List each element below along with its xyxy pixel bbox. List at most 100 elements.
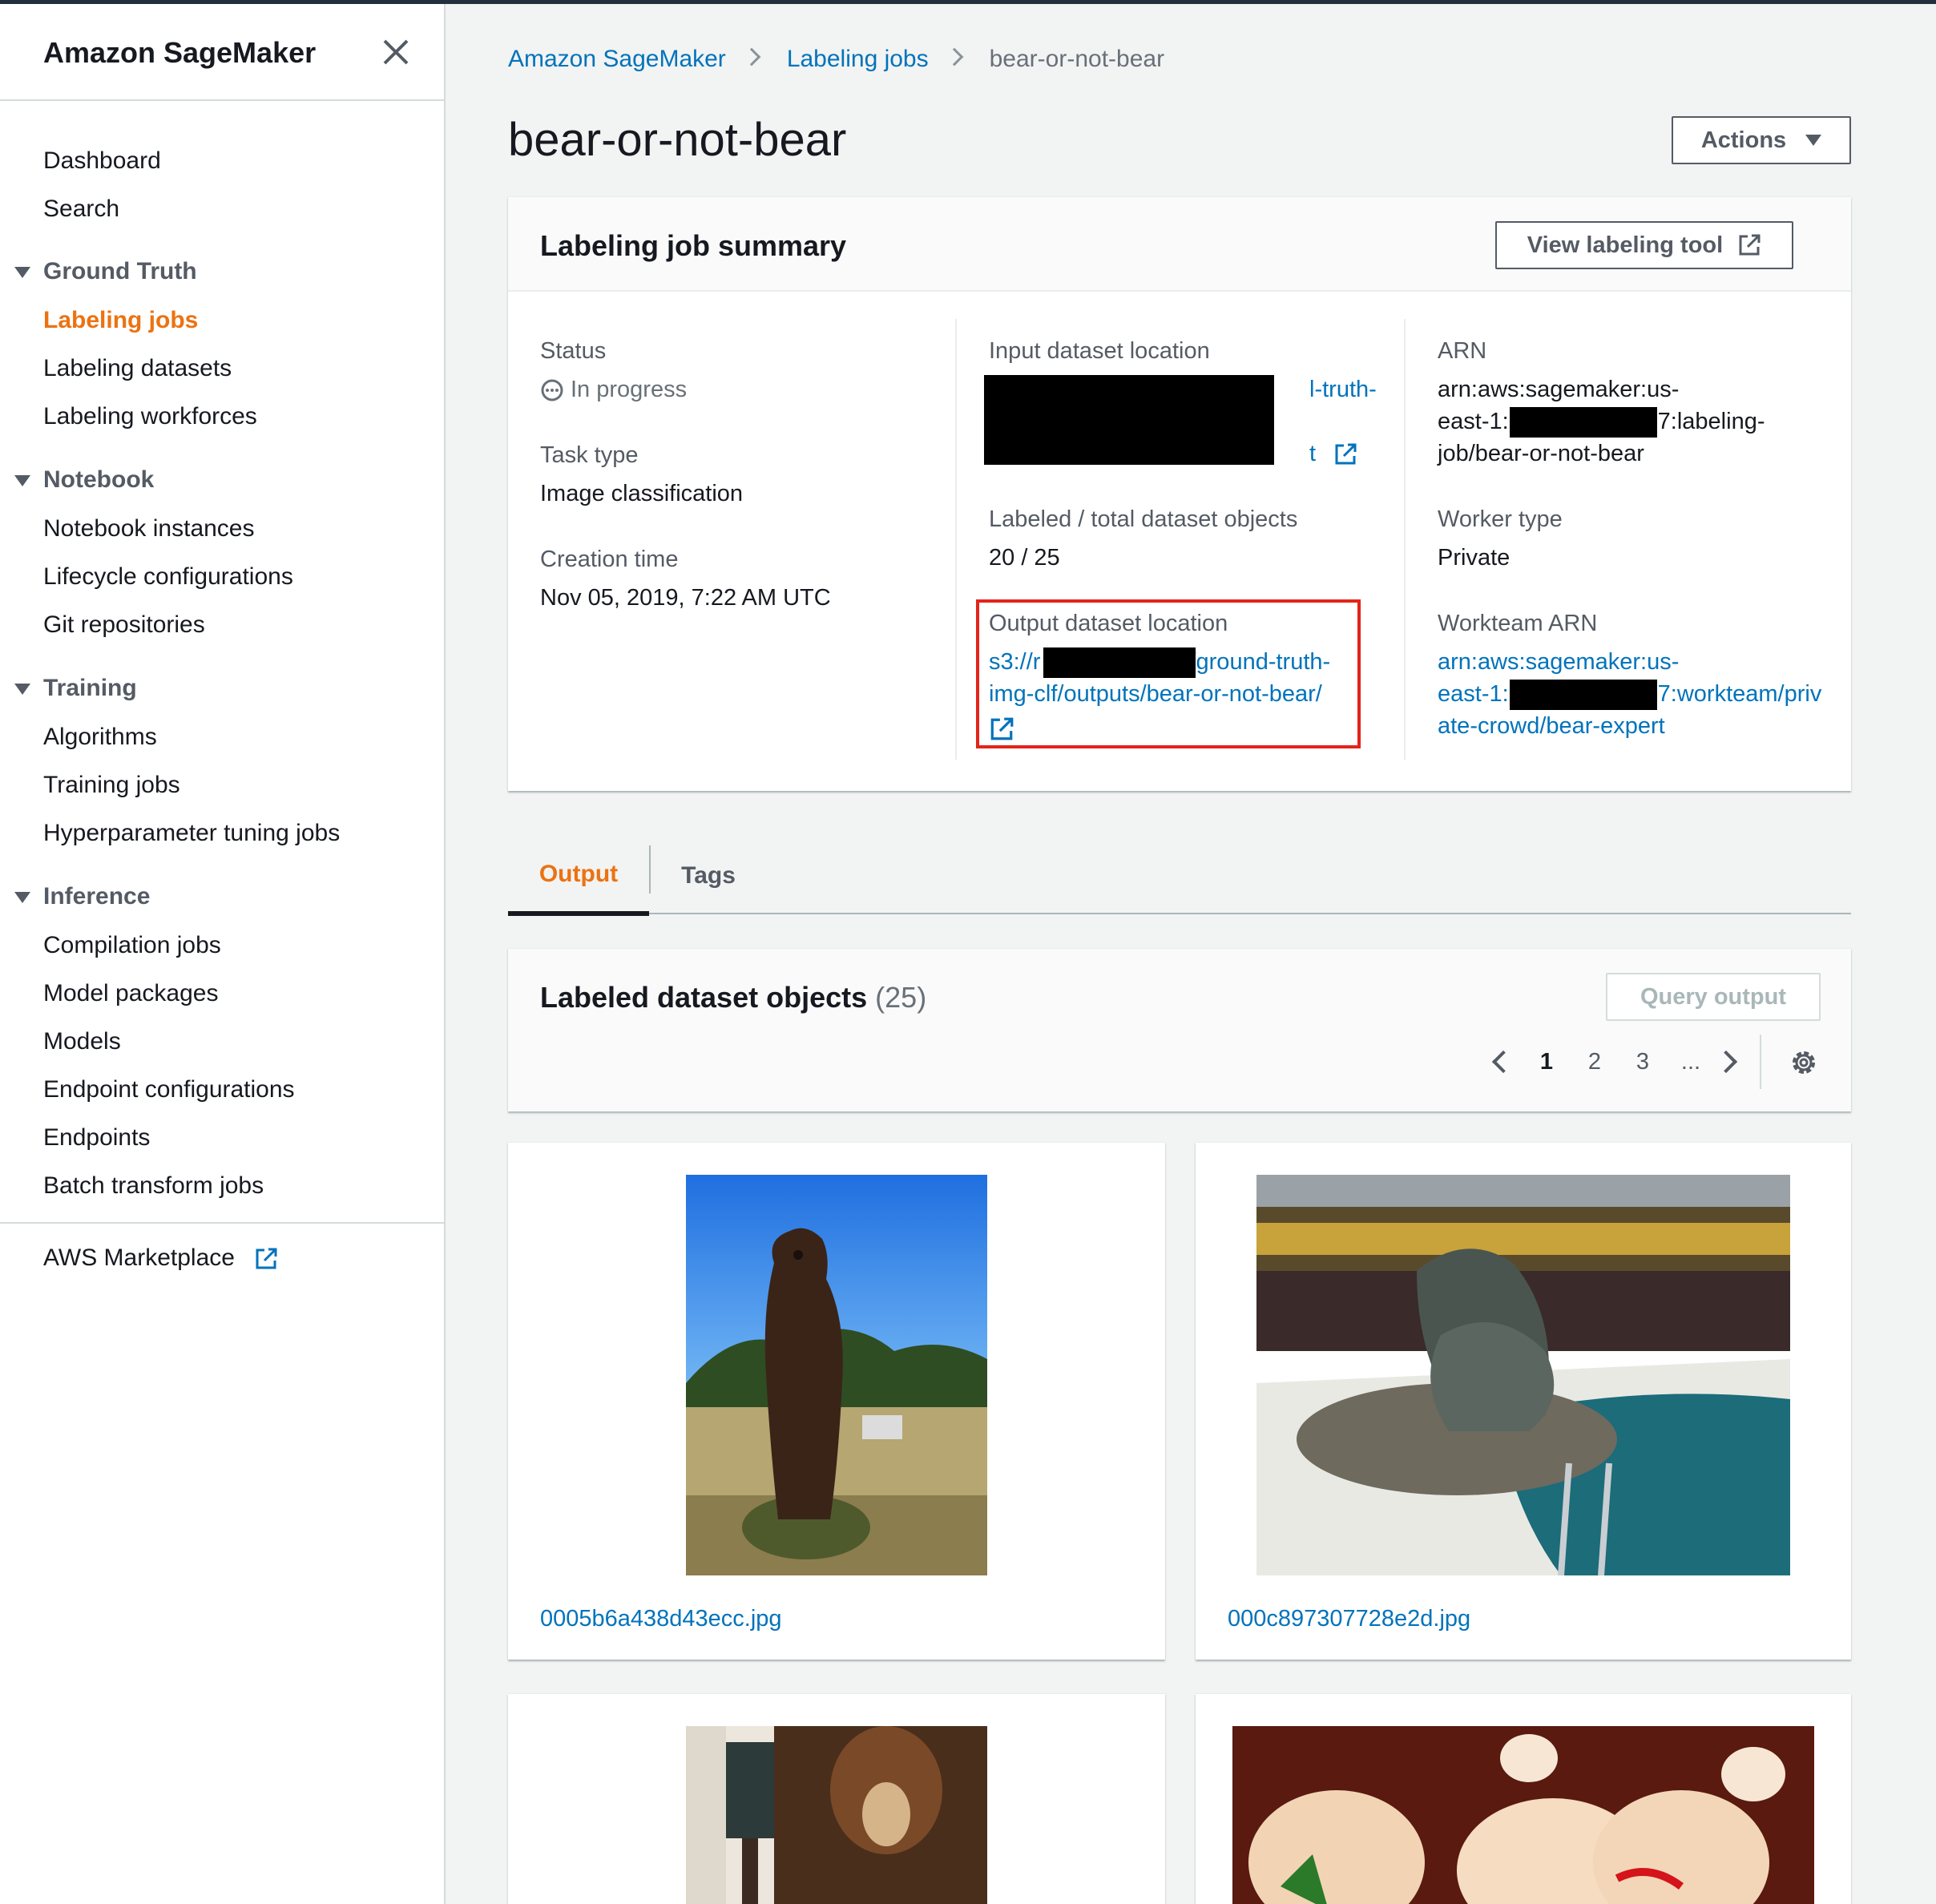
page-title: bear-or-not-bear xyxy=(508,114,847,166)
status-value: In progress xyxy=(540,373,687,405)
external-link-icon xyxy=(256,1248,277,1269)
arn-value-line3: job/bear-or-not-bear xyxy=(1438,441,1644,466)
labeled-total-value: 20 / 25 xyxy=(989,545,1060,571)
view-labeling-tool-label: View labeling tool xyxy=(1527,232,1724,258)
sidebar-item-notebook-instances[interactable]: Notebook instances xyxy=(43,515,255,543)
sidebar-item-endpoint-configurations[interactable]: Endpoint configurations xyxy=(43,1076,295,1103)
chevron-right-icon[interactable] xyxy=(1714,1050,1738,1074)
column-divider xyxy=(955,319,957,760)
caret-down-icon xyxy=(1805,135,1822,146)
task-type-value: Image classification xyxy=(540,481,744,506)
column-divider xyxy=(1404,319,1406,760)
status-text: In progress xyxy=(571,377,688,402)
image-filename-link[interactable]: 0005b6a438d43ecc.jpg xyxy=(540,1606,782,1632)
redaction-block xyxy=(1510,407,1657,438)
sidebar-item-training-jobs[interactable]: Training jobs xyxy=(43,772,180,799)
sidebar-section-label: Notebook xyxy=(43,466,155,493)
arn-value-line1: arn:aws:sagemaker:us- xyxy=(1438,377,1680,402)
sidebar-item-endpoints[interactable]: Endpoints xyxy=(43,1124,150,1152)
image-card[interactable] xyxy=(508,1693,1165,1904)
main-content: Amazon SageMaker Labeling jobs bear-or-not… xyxy=(446,4,1936,1904)
close-icon[interactable] xyxy=(380,36,412,68)
sidebar-section-notebook[interactable]: Notebook xyxy=(14,466,154,494)
image-card[interactable]: 0005b6a438d43ecc.jpg xyxy=(508,1142,1165,1660)
creation-time-label: Creation time xyxy=(540,547,679,572)
chevron-right-icon xyxy=(742,47,761,67)
labeling-job-summary-card: Labeling job summary View labeling tool … xyxy=(508,196,1851,791)
view-labeling-tool-button[interactable]: View labeling tool xyxy=(1495,221,1793,269)
sidebar-section-training[interactable]: Training xyxy=(14,675,137,702)
chevron-left-icon[interactable] xyxy=(1491,1050,1515,1074)
page-3[interactable]: 3 xyxy=(1627,1043,1659,1081)
image-card[interactable]: 000c897307728e2d.jpg xyxy=(1196,1142,1851,1660)
image-thumbnail[interactable] xyxy=(686,1175,987,1575)
status-label: Status xyxy=(540,338,607,364)
page-1[interactable]: 1 xyxy=(1531,1043,1563,1081)
page-2[interactable]: 2 xyxy=(1579,1043,1611,1081)
creation-time-value: Nov 05, 2019, 7:22 AM UTC xyxy=(540,585,831,611)
input-location-label: Input dataset location xyxy=(989,338,1210,364)
sidebar-item-labeling-jobs[interactable]: Labeling jobs xyxy=(43,307,198,334)
sidebar-divider xyxy=(0,1222,444,1224)
tab-output[interactable]: Output xyxy=(508,837,649,916)
workteam-arn-link-line3[interactable]: ate-crowd/bear-expert xyxy=(1438,710,1665,742)
input-location-link[interactable]: l-truth- xyxy=(1309,373,1377,405)
sidebar-item-search[interactable]: Search xyxy=(43,196,119,223)
tab-tags[interactable]: Tags xyxy=(651,837,766,914)
image-card[interactable] xyxy=(1196,1693,1851,1904)
image-thumbnail[interactable] xyxy=(686,1726,987,1904)
sidebar-title: Amazon SageMaker xyxy=(43,36,317,69)
summary-title: Labeling job summary xyxy=(540,229,847,262)
worker-type-label: Worker type xyxy=(1438,506,1563,532)
sidebar-item-models[interactable]: Models xyxy=(43,1028,121,1055)
breadcrumb: Amazon SageMaker Labeling jobs bear-or-not… xyxy=(508,46,1164,73)
sidebar-item-compilation-jobs[interactable]: Compilation jobs xyxy=(43,932,221,959)
caret-down-icon xyxy=(14,684,30,696)
summary-card-header: Labeling job summary View labeling tool xyxy=(508,197,1851,292)
sidebar-item-hyperparameter-tuning-jobs[interactable]: Hyperparameter tuning jobs xyxy=(43,820,340,847)
sidebar-item-aws-marketplace[interactable]: AWS Marketplace xyxy=(43,1244,278,1272)
image-thumbnail[interactable] xyxy=(1232,1726,1814,1904)
pool-bear-sculpture-image xyxy=(1256,1175,1790,1575)
teddy-bears-image xyxy=(1232,1726,1814,1904)
actions-button-label: Actions xyxy=(1700,127,1787,153)
sidebar-section-label: Ground Truth xyxy=(43,258,197,284)
sidebar-item-dashboard[interactable]: Dashboard xyxy=(43,147,161,175)
sidebar-item-model-packages[interactable]: Model packages xyxy=(43,980,218,1007)
breadcrumb-parent[interactable]: Labeling jobs xyxy=(787,46,929,72)
gear-icon[interactable] xyxy=(1789,1047,1819,1078)
image-thumbnail[interactable] xyxy=(1256,1175,1790,1575)
redaction-block xyxy=(984,375,1274,465)
caret-down-icon xyxy=(14,892,30,904)
sidebar-section-ground-truth[interactable]: Ground Truth xyxy=(14,258,197,285)
labeled-total-label: Labeled / total dataset objects xyxy=(989,506,1298,532)
workteam-arn-link-line1[interactable]: arn:aws:sagemaker:us- xyxy=(1438,646,1679,678)
external-link-icon xyxy=(1335,443,1357,465)
sidebar-item-git-repositories[interactable]: Git repositories xyxy=(43,611,205,639)
sidebar-item-algorithms[interactable]: Algorithms xyxy=(43,724,157,751)
sidebar-section-label: Inference xyxy=(43,883,151,910)
workteam-arn-label: Workteam ARN xyxy=(1438,611,1598,636)
image-filename-link[interactable]: 000c897307728e2d.jpg xyxy=(1228,1606,1470,1632)
sidebar: Amazon SageMaker Dashboard Search Ground… xyxy=(0,4,446,1904)
caret-down-icon xyxy=(14,475,30,487)
breadcrumb-root[interactable]: Amazon SageMaker xyxy=(508,46,726,72)
input-location-link-end[interactable]: t xyxy=(1309,438,1357,470)
sidebar-item-lifecycle-configurations[interactable]: Lifecycle configurations xyxy=(43,563,293,591)
pagination-divider xyxy=(1760,1035,1761,1089)
caret-down-icon xyxy=(14,267,30,279)
sidebar-item-labeling-workforces[interactable]: Labeling workforces xyxy=(43,403,257,430)
sidebar-item-batch-transform-jobs[interactable]: Batch transform jobs xyxy=(43,1172,264,1200)
query-output-button[interactable]: Query output xyxy=(1606,973,1821,1021)
arn-label: ARN xyxy=(1438,338,1487,364)
arn-value-rest: 7:labeling- xyxy=(1657,409,1765,434)
bear-statue-image xyxy=(686,1175,987,1575)
actions-button[interactable]: Actions xyxy=(1672,116,1851,164)
sidebar-item-labeling-datasets[interactable]: Labeling datasets xyxy=(43,355,232,382)
worker-type-value: Private xyxy=(1438,545,1510,571)
bear-painting-image xyxy=(686,1726,987,1904)
input-location-link-text: t xyxy=(1309,441,1317,466)
sidebar-section-inference[interactable]: Inference xyxy=(14,883,150,910)
sidebar-section-label: Training xyxy=(43,675,137,701)
arn-value-start: east-1: xyxy=(1438,409,1509,434)
